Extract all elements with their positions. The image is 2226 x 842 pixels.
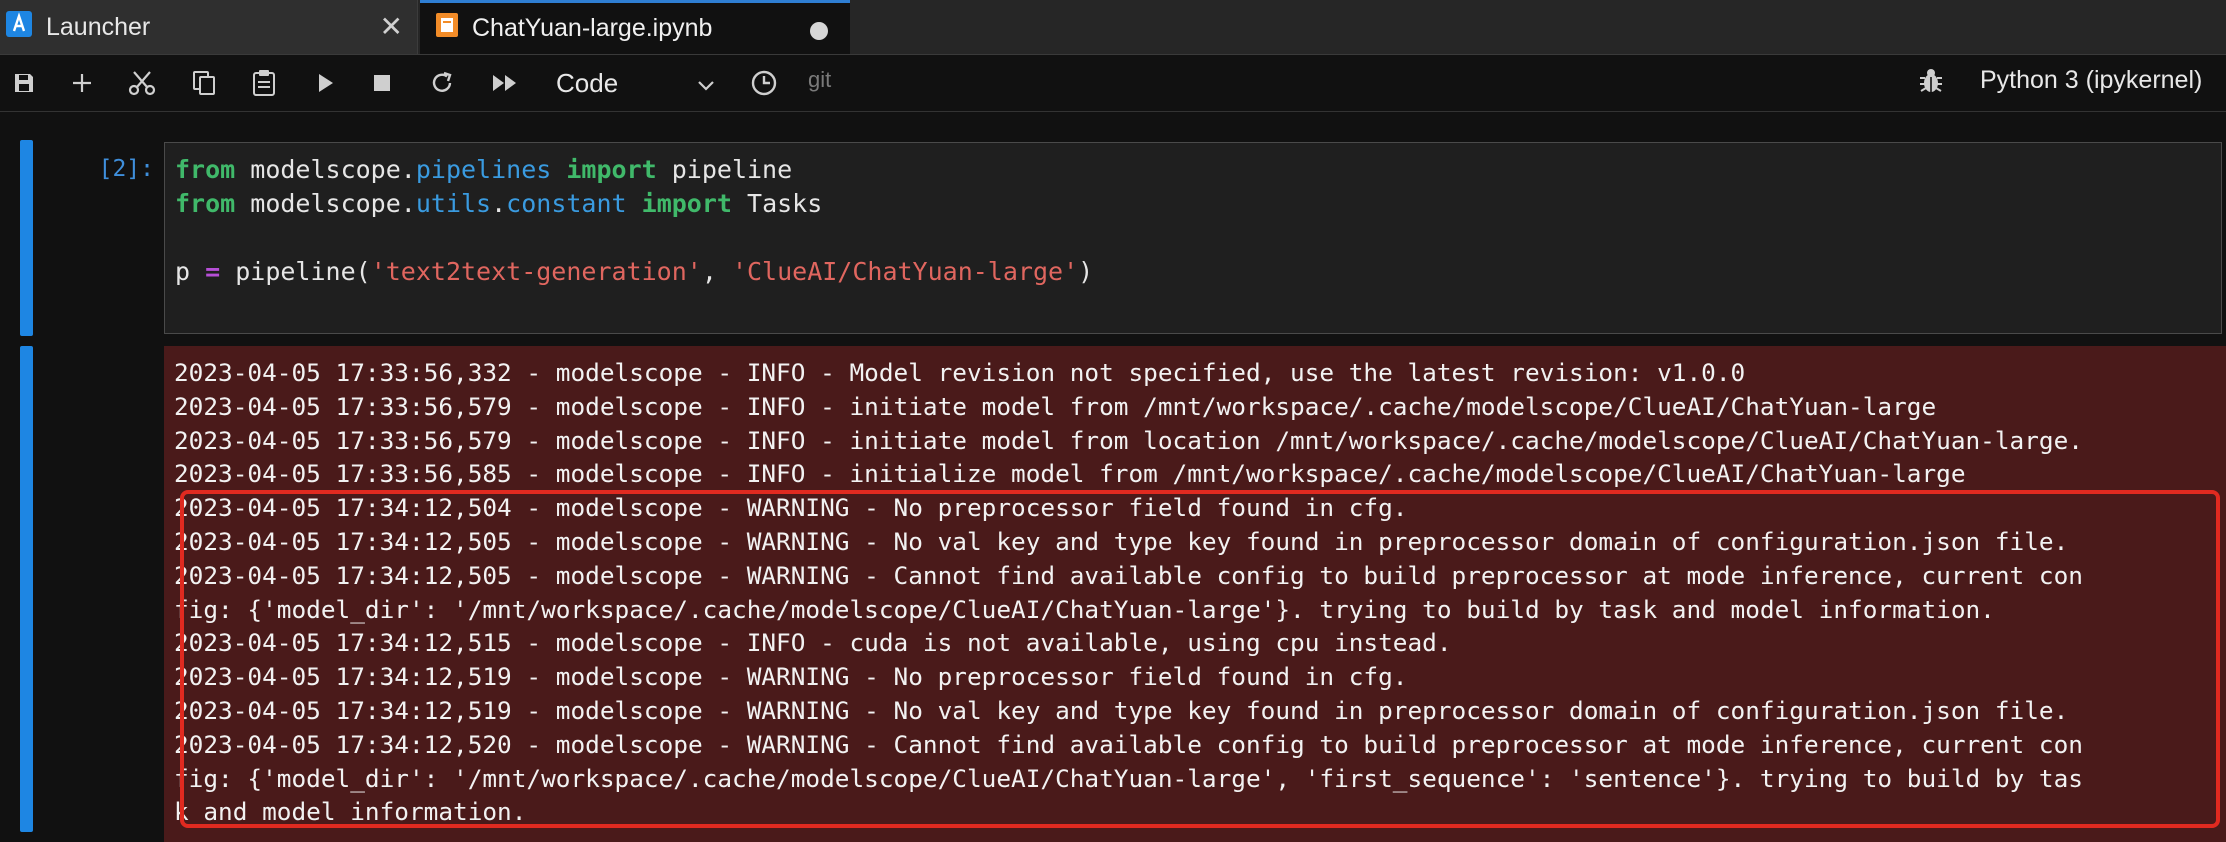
cell-type-select[interactable]: Code	[556, 65, 726, 101]
notebook-toolbar: Code git Python 3 (ipykernel)	[0, 55, 2226, 112]
execution-count: [2]:	[98, 156, 154, 182]
cut-icon[interactable]	[126, 65, 158, 101]
copy-icon[interactable]	[188, 65, 220, 101]
tab-label: ChatYuan-large.ipynb	[472, 14, 713, 42]
close-icon[interactable]: ✕	[380, 12, 403, 42]
run-icon[interactable]	[310, 65, 342, 101]
code-line: from modelscope.pipelines import pipelin…	[175, 155, 793, 184]
tab-bar: Launcher ✕ ChatYuan-large.ipynb	[0, 0, 2226, 55]
restart-icon[interactable]	[426, 65, 458, 101]
clock-icon[interactable]	[748, 65, 780, 101]
code-cell-editor[interactable]: from modelscope.pipelines import pipelin…	[164, 142, 2222, 334]
input-collapser[interactable]	[20, 140, 33, 336]
tab-label: Launcher	[46, 12, 151, 41]
tab-launcher[interactable]: Launcher ✕	[0, 0, 418, 54]
output-line: 2023-04-05 17:34:12,519 - modelscope - W…	[174, 695, 2069, 725]
output-line: 2023-04-05 17:33:56,579 - modelscope - I…	[174, 425, 2083, 455]
launcher-icon	[6, 10, 32, 44]
plus-icon[interactable]	[66, 65, 98, 101]
output-line: 2023-04-05 17:34:12,515 - modelscope - I…	[174, 628, 1452, 658]
output-line: fig: {'model_dir': '/mnt/workspace/.cach…	[174, 594, 1995, 624]
output-line: fig: {'model_dir': '/mnt/workspace/.cach…	[174, 763, 2083, 793]
output-text: 2023-04-05 17:33:56,332 - modelscope - I…	[174, 356, 2083, 829]
code-line: p = pipeline('text2text-generation', 'Cl…	[175, 257, 1094, 286]
output-line: 2023-04-05 17:33:56,585 - modelscope - I…	[174, 459, 1966, 489]
code-content[interactable]: from modelscope.pipelines import pipelin…	[175, 153, 1093, 289]
paste-icon[interactable]	[248, 65, 280, 101]
save-icon[interactable]	[8, 65, 40, 101]
stop-icon[interactable]	[366, 65, 398, 101]
output-line: k and model information.	[174, 797, 527, 827]
bug-icon[interactable]	[1918, 67, 1944, 100]
tab-notebook[interactable]: ChatYuan-large.ipynb	[420, 0, 850, 54]
code-line: from modelscope.utils.constant import Ta…	[175, 189, 823, 218]
chevron-down-icon	[696, 71, 716, 102]
output-collapser[interactable]	[20, 346, 33, 832]
cell-type-value: Code	[556, 67, 619, 98]
git-label[interactable]: git	[808, 67, 831, 93]
output-line: 2023-04-05 17:33:56,579 - modelscope - I…	[174, 391, 1937, 421]
unsaved-indicator[interactable]	[810, 22, 828, 40]
output-line: 2023-04-05 17:34:12,505 - modelscope - W…	[174, 526, 2069, 556]
kernel-name[interactable]: Python 3 (ipykernel)	[1980, 66, 2202, 95]
stderr-output: 2023-04-05 17:33:56,332 - modelscope - I…	[164, 346, 2226, 842]
fast-forward-icon[interactable]	[488, 65, 524, 101]
output-line: 2023-04-05 17:34:12,519 - modelscope - W…	[174, 662, 1408, 692]
output-line: 2023-04-05 17:34:12,505 - modelscope - W…	[174, 560, 2083, 590]
notebook-icon	[436, 13, 458, 44]
output-line: 2023-04-05 17:33:56,332 - modelscope - I…	[174, 358, 1746, 387]
output-line: 2023-04-05 17:34:12,520 - modelscope - W…	[174, 729, 2083, 759]
output-line: 2023-04-05 17:34:12,504 - modelscope - W…	[174, 493, 1408, 523]
